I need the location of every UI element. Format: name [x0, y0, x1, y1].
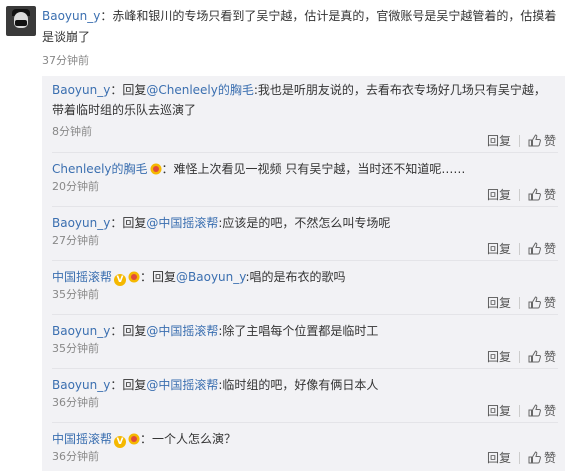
username-link[interactable]: 中国摇滚帮: [52, 270, 112, 284]
reply-button[interactable]: 回复: [487, 240, 511, 257]
reply-actions: 回复 赞: [487, 186, 556, 203]
reply-button[interactable]: 回复: [487, 294, 511, 311]
reply-item: Baoyun_y：回复@Chenleely的胸毛:我也是听朋友说的，去看布衣专场…: [52, 80, 558, 153]
reply-button[interactable]: 回复: [487, 186, 511, 203]
mention-link[interactable]: @中国摇滚帮: [146, 378, 218, 392]
verified-icon: V: [114, 274, 127, 286]
timestamp: 36分钟前: [52, 396, 99, 409]
reply-body: ：一个人怎么演？: [140, 432, 237, 446]
divider: [518, 134, 520, 147]
timestamp: 8分钟前: [52, 125, 92, 138]
thumbs-up-icon: [528, 296, 541, 309]
timestamp: 37分钟前: [42, 54, 89, 67]
username-link[interactable]: Chenleely的胸毛: [52, 162, 148, 176]
comment-text: Baoyun_y：赤峰和银川的专场只看到了吴宁越，估计是真的，官微账号是吴宁越管…: [42, 6, 560, 48]
thumbs-up-icon: [528, 242, 541, 255]
divider: [518, 451, 520, 464]
verified-icon: V: [114, 436, 127, 448]
divider: [518, 242, 520, 255]
like-button[interactable]: 赞: [528, 186, 556, 203]
reply-actions: 回复 赞: [487, 240, 556, 257]
reply-list: Baoyun_y：回复@Chenleely的胸毛:我也是听朋友说的，去看布衣专场…: [42, 76, 565, 471]
reply-actions: 回复 赞: [487, 348, 556, 365]
username-link[interactable]: Baoyun_y: [52, 83, 110, 97]
thumbs-up-icon: [528, 451, 541, 464]
comment-body: ：赤峰和银川的专场只看到了吴宁越，估计是真的，官微账号是吴宁越管着的，估摸着是谈…: [42, 9, 557, 44]
timestamp: 35分钟前: [52, 342, 99, 355]
like-button[interactable]: 赞: [528, 240, 556, 257]
timestamp: 20分钟前: [52, 180, 99, 193]
mention-link[interactable]: @中国摇滚帮: [146, 216, 218, 230]
reply-button[interactable]: 回复: [487, 348, 511, 365]
thumbs-up-icon: [528, 404, 541, 417]
username-link[interactable]: Baoyun_y: [52, 324, 110, 338]
username-link[interactable]: Baoyun_y: [42, 9, 100, 23]
reply-item: Chenleely的胸毛 ：难怪上次看见一视频 只有吴宁越，当时还不知道呢…… 2…: [52, 153, 558, 207]
reply-button[interactable]: 回复: [487, 449, 511, 466]
timestamp: 36分钟前: [52, 450, 99, 463]
reply-body: :除了主唱每个位置都是临时工: [218, 324, 379, 338]
divider: [518, 350, 520, 363]
badge-icon: [150, 161, 162, 175]
main-comment: Baoyun_y：赤峰和银川的专场只看到了吴宁越，估计是真的，官微账号是吴宁越管…: [0, 0, 565, 80]
reply-item: Baoyun_y：回复@中国摇滚帮:临时组的吧，好像有俩日本人 36分钟前 回复…: [52, 369, 558, 423]
reply-item: 中国摇滚帮 V ：一个人怎么演？ 36分钟前 回复 赞: [52, 423, 558, 469]
reply-body: :临时组的吧，好像有俩日本人: [218, 378, 379, 392]
reply-item: Baoyun_y：回复@中国摇滚帮:应该是的吧，不然怎么叫专场呢 27分钟前 回…: [52, 207, 558, 261]
reply-body: ：难怪上次看见一视频 只有吴宁越，当时还不知道呢……: [161, 162, 466, 176]
thumbs-up-icon: [528, 188, 541, 201]
divider: [518, 296, 520, 309]
timestamp: 35分钟前: [52, 288, 99, 301]
timestamp: 27分钟前: [52, 234, 99, 247]
reply-item: 中国摇滚帮 V ：回复@Baoyun_y:唱的是布衣的歌吗 35分钟前 回复 赞: [52, 261, 558, 315]
like-button[interactable]: 赞: [528, 402, 556, 419]
username-link[interactable]: Baoyun_y: [52, 378, 110, 392]
mention-link[interactable]: @Baoyun_y: [176, 270, 245, 284]
reply-body: :应该是的吧，不然怎么叫专场呢: [218, 216, 391, 230]
username-link[interactable]: 中国摇滚帮: [52, 432, 112, 446]
like-button[interactable]: 赞: [528, 132, 556, 149]
username-link[interactable]: Baoyun_y: [52, 216, 110, 230]
like-button[interactable]: 赞: [528, 294, 556, 311]
badge-icon: [128, 269, 140, 283]
divider: [518, 188, 520, 201]
divider: [518, 404, 520, 417]
thumbs-up-icon: [528, 350, 541, 363]
reply-actions: 回复 赞: [487, 132, 556, 149]
reply-button[interactable]: 回复: [487, 132, 511, 149]
reply-actions: 回复 赞: [487, 402, 556, 419]
reply-button[interactable]: 回复: [487, 402, 511, 419]
mention-link[interactable]: @Chenleely的胸毛: [146, 83, 254, 97]
like-button[interactable]: 赞: [528, 449, 556, 466]
reply-body: :唱的是布衣的歌吗: [245, 270, 346, 284]
reply-actions: 回复 赞: [487, 449, 556, 466]
like-button[interactable]: 赞: [528, 348, 556, 365]
thumbs-up-icon: [528, 134, 541, 147]
badge-icon: [128, 431, 140, 445]
avatar[interactable]: [6, 6, 36, 36]
mention-link[interactable]: @中国摇滚帮: [146, 324, 218, 338]
reply-item: Baoyun_y：回复@中国摇滚帮:除了主唱每个位置都是临时工 35分钟前 回复…: [52, 315, 558, 369]
reply-actions: 回复 赞: [487, 294, 556, 311]
